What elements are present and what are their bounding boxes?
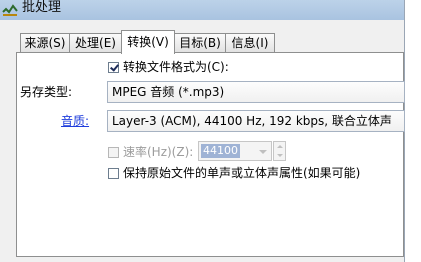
rate-label: 速率(Hz)(Z):	[123, 145, 194, 159]
keep-channels-label[interactable]: 保持原始文件的单声或立体声属性(如果可能)	[123, 164, 360, 181]
rate-spinner[interactable]	[273, 141, 286, 161]
convert-format-checkbox[interactable]	[108, 62, 119, 73]
dropdown-arrow-icon	[259, 150, 267, 154]
quality-link[interactable]: 音质:	[61, 112, 89, 129]
quality-select[interactable]: Layer-3 (ACM), 44100 Hz, 192 kbps, 联合立体声	[107, 110, 405, 132]
title-bar[interactable]: 批处理	[0, 0, 404, 20]
rate-combo[interactable]: 44100	[198, 141, 272, 161]
rate-checkbox[interactable]	[108, 147, 119, 158]
tab-process[interactable]: 处理(E)	[69, 33, 122, 52]
tab-source[interactable]: 来源(S)	[20, 33, 70, 52]
rate-value: 44100	[201, 144, 240, 158]
convert-panel: 转换文件格式为(C): 另存类型: MPEG 音频 (*.mp3) 音质: La…	[16, 52, 405, 257]
convert-format-label[interactable]: 转换文件格式为(C):	[123, 58, 229, 75]
spin-up-icon[interactable]	[277, 145, 283, 148]
spin-down-icon[interactable]	[277, 154, 283, 157]
batch-dialog: 批处理 来源(S) 处理(E) 转换(V) 目标(B) 信息(I) 转换文件格式…	[0, 0, 405, 262]
save-type-select[interactable]: MPEG 音频 (*.mp3)	[107, 81, 405, 103]
tab-convert[interactable]: 转换(V)	[121, 30, 175, 54]
save-type-label: 另存类型:	[20, 85, 73, 99]
keep-channels-checkbox[interactable]	[108, 168, 119, 179]
tab-target[interactable]: 目标(B)	[174, 33, 226, 52]
window-title: 批处理	[22, 0, 62, 15]
batch-app-icon	[2, 3, 18, 17]
tab-info[interactable]: 信息(I)	[225, 33, 275, 52]
